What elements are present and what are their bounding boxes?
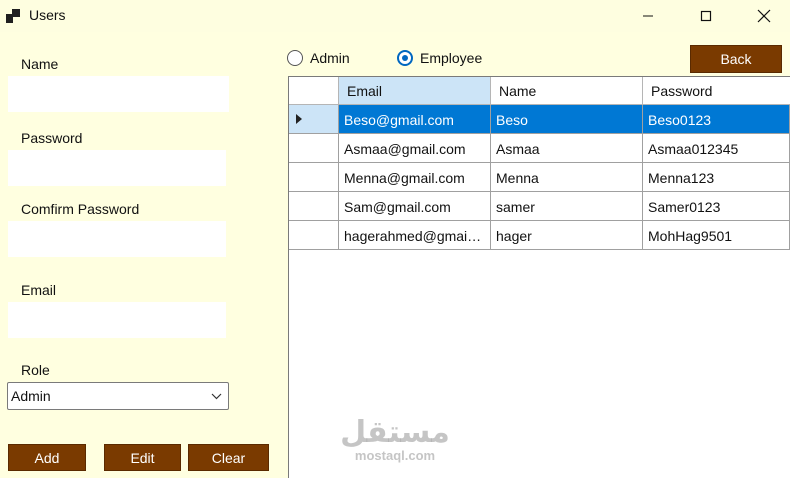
close-button[interactable] — [740, 0, 788, 32]
cell-name[interactable]: samer — [491, 192, 643, 221]
role-label: Role — [21, 362, 50, 378]
cell-email[interactable]: Menna@gmail.com — [339, 163, 491, 192]
password-label: Password — [21, 130, 83, 146]
confirm-password-label: Comfirm Password — [21, 201, 140, 217]
chevron-down-icon — [211, 393, 222, 400]
column-header-password[interactable]: Password — [643, 77, 790, 105]
current-row-arrow-icon — [296, 114, 302, 124]
cell-name[interactable]: Menna — [491, 163, 643, 192]
window-title: Users — [29, 7, 66, 23]
row-header[interactable] — [289, 221, 339, 250]
title-bar: Users — [0, 0, 790, 32]
cell-password[interactable]: Beso0123 — [643, 105, 790, 134]
grid-corner-header[interactable] — [289, 77, 339, 105]
table-row[interactable]: Asmaa@gmail.com Asmaa Asmaa012345 — [289, 134, 790, 163]
row-header[interactable] — [289, 192, 339, 221]
cell-password[interactable]: MohHag9501 — [643, 221, 790, 250]
radio-admin[interactable]: Admin — [287, 49, 350, 67]
radio-admin-label: Admin — [310, 50, 350, 66]
watermark-arabic: مستقل — [340, 415, 450, 450]
maximize-button[interactable] — [682, 0, 730, 32]
role-select[interactable]: Admin — [7, 382, 229, 410]
name-label: Name — [21, 56, 59, 72]
table-row[interactable]: Menna@gmail.com Menna Menna123 — [289, 163, 790, 192]
cell-name[interactable]: Asmaa — [491, 134, 643, 163]
cell-email[interactable]: Sam@gmail.com — [339, 192, 491, 221]
minimize-icon — [643, 15, 653, 17]
email-label: Email — [21, 282, 57, 298]
close-icon — [757, 9, 771, 23]
table-row[interactable]: hagerahmed@gmai… hager MohHag9501 — [289, 221, 790, 250]
table-row[interactable]: Beso@gmail.com Beso Beso0123 — [289, 105, 790, 134]
watermark: مستقل mostaql.com — [340, 415, 450, 464]
password-field[interactable] — [8, 150, 226, 186]
minimize-button[interactable] — [624, 0, 672, 32]
back-button[interactable]: Back — [690, 45, 782, 73]
cell-name[interactable]: Beso — [491, 105, 643, 134]
cell-email[interactable]: Beso@gmail.com — [339, 105, 491, 134]
radio-employee[interactable]: Employee — [397, 49, 482, 67]
table-row[interactable]: Sam@gmail.com samer Samer0123 — [289, 192, 790, 221]
cell-password[interactable]: Samer0123 — [643, 192, 790, 221]
cell-name[interactable]: hager — [491, 221, 643, 250]
confirm-password-field[interactable] — [8, 221, 226, 257]
app-icon — [6, 9, 20, 23]
add-button[interactable]: Add — [8, 444, 86, 471]
cell-email[interactable]: hagerahmed@gmai… — [339, 221, 491, 250]
watermark-latin: mostaql.com — [354, 448, 436, 463]
radio-admin-circle — [287, 50, 303, 66]
row-header[interactable] — [289, 105, 339, 134]
row-header[interactable] — [289, 163, 339, 192]
column-header-name[interactable]: Name — [491, 77, 643, 105]
clear-button[interactable]: Clear — [188, 444, 269, 471]
radio-employee-circle — [397, 50, 413, 66]
cell-email[interactable]: Asmaa@gmail.com — [339, 134, 491, 163]
radio-employee-label: Employee — [420, 50, 483, 66]
maximize-icon — [700, 10, 712, 22]
edit-button[interactable]: Edit — [104, 444, 181, 471]
cell-password[interactable]: Asmaa012345 — [643, 134, 790, 163]
role-select-value: Admin — [11, 388, 51, 404]
email-field[interactable] — [8, 302, 226, 338]
row-header[interactable] — [289, 134, 339, 163]
name-field[interactable] — [8, 76, 229, 112]
cell-password[interactable]: Menna123 — [643, 163, 790, 192]
column-header-email[interactable]: Email — [339, 77, 491, 105]
